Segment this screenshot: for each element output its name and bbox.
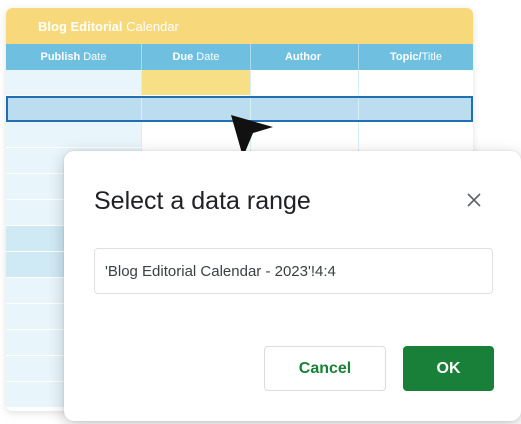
column-header-publish-date[interactable]: Publish Date — [6, 44, 142, 70]
sheet-title-rest: Calendar — [126, 18, 179, 34]
ok-button[interactable]: OK — [403, 346, 494, 391]
column-header-row: Publish Date Due Date Author Topic/Title — [6, 44, 473, 70]
table-cell[interactable] — [142, 70, 251, 95]
column-header-topic-title[interactable]: Topic/Title — [359, 44, 473, 70]
table-cell[interactable] — [359, 122, 473, 147]
dialog-title: Select a data range — [94, 187, 311, 215]
table-cell[interactable] — [6, 96, 142, 121]
sheet-title-bold: Blog Editorial — [38, 18, 123, 34]
table-row[interactable] — [6, 70, 473, 96]
cancel-button[interactable]: Cancel — [264, 346, 386, 391]
table-cell[interactable] — [359, 96, 473, 121]
data-range-input[interactable] — [94, 248, 493, 294]
table-cell[interactable] — [359, 70, 473, 95]
column-header-due-date[interactable]: Due Date — [142, 44, 251, 70]
sheet-title-banner: Blog Editorial Calendar — [6, 8, 473, 44]
table-cell[interactable] — [6, 122, 142, 147]
table-cell[interactable] — [6, 70, 142, 95]
table-cell[interactable] — [251, 70, 359, 95]
select-data-range-dialog: Select a data range Cancel OK — [64, 151, 521, 421]
column-header-author[interactable]: Author — [251, 44, 359, 70]
close-icon[interactable] — [462, 188, 486, 212]
